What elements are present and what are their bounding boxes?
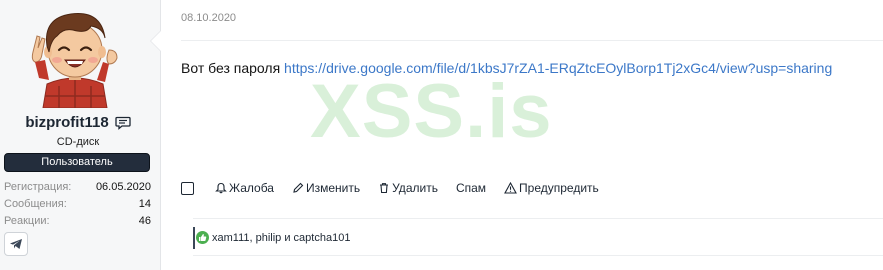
bell-icon [215,182,227,194]
spam-label: Спам [455,181,487,195]
pencil-icon [293,182,304,193]
post-text: Вот без пароля [181,60,285,76]
telegram-button[interactable] [4,232,28,256]
stat-reactions: Реакции: 46 [4,213,151,230]
user-sidebar: bizprofit118 CD-диск Пользователь Регист… [0,0,161,270]
watermark: XSS.is [310,69,553,154]
warn-label: Предупредить [519,181,599,195]
report-button[interactable]: Жалоба [215,181,274,195]
stat-label: Регистрация: [4,181,72,193]
message-icon[interactable] [115,116,131,130]
user-stats: Регистрация: 06.05.2020 Сообщения: 14 Ре… [4,179,151,230]
delete-button[interactable]: Удалить [378,181,438,195]
stat-label: Сообщения: [4,198,67,210]
post-date[interactable]: 08.10.2020 [181,12,236,24]
post-actions: Жалоба Изменить Удалить Спам Предупредит… [181,179,617,197]
message-arrow [150,30,161,52]
post-main: 08.10.2020 Вот без пароля https://drive.… [162,0,883,270]
avatar[interactable] [29,6,121,109]
reactions-bar: xam111, philip и captcha101 [193,218,883,256]
delete-label: Удалить [392,181,438,195]
spam-button[interactable]: Спам [456,181,486,195]
post-link[interactable]: https://drive.google.com/file/d/1kbsJ7rZ… [284,60,832,76]
stat-registration: Регистрация: 06.05.2020 [4,179,151,196]
report-label: Жалоба [229,181,274,195]
role-badge: Пользователь [4,153,150,172]
stat-messages: Сообщения: 14 [4,196,151,213]
trash-icon [380,183,389,194]
user-title: CD-диск [56,136,100,148]
thumbs-up-icon[interactable] [196,231,209,244]
stat-value: 14 [138,198,151,210]
select-checkbox[interactable] [181,181,194,195]
stat-label: Реакции: [4,215,50,227]
telegram-icon [10,239,22,249]
username[interactable]: bizprofit118 [25,114,108,131]
divider [181,40,883,41]
stat-value: 06.05.2020 [95,181,151,193]
reactions-list[interactable]: xam111, philip и captcha101 [212,232,350,244]
warning-icon [504,182,517,194]
stat-value: 46 [138,215,151,227]
edit-label: Изменить [305,181,361,195]
warn-button[interactable]: Предупредить [504,181,599,195]
post-body: Вот без пароля https://drive.google.com/… [181,60,832,76]
edit-button[interactable]: Изменить [292,181,360,195]
